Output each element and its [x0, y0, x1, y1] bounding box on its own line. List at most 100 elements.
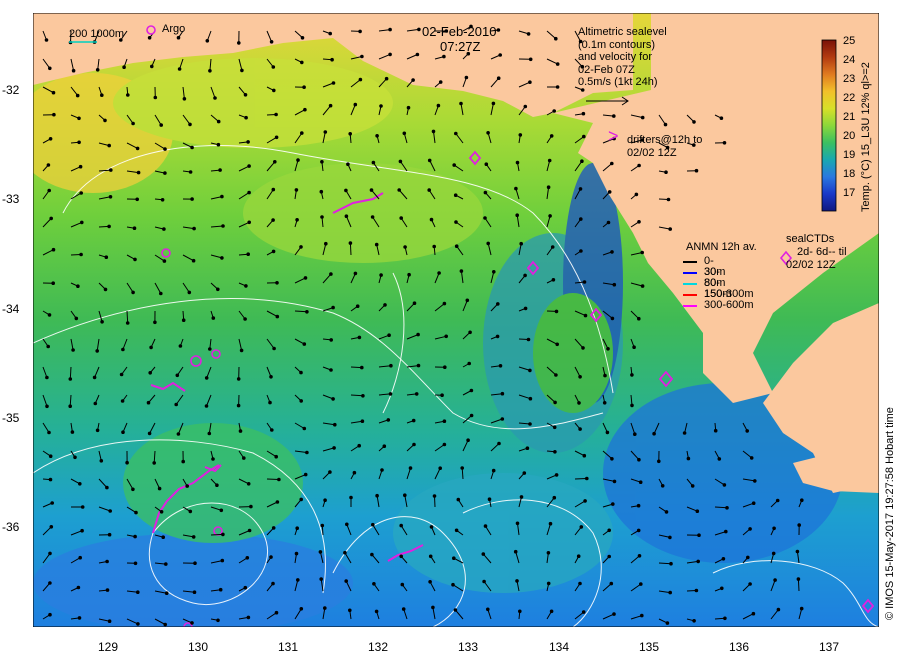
velocity-arrow-head [107, 532, 112, 537]
velocity-arrow-head [652, 431, 656, 436]
velocity-arrow-head [353, 271, 358, 276]
velocity-arrow-head [578, 427, 582, 431]
velocity-arrow-head [549, 134, 554, 138]
velocity-arrow-head [207, 431, 212, 436]
velocity-arrow-head [269, 40, 274, 44]
velocity-arrow-head [193, 561, 197, 566]
velocity-arrow-head [275, 314, 280, 319]
velocity-arrow-head [637, 220, 641, 224]
colorbar-tick: 24 [843, 54, 856, 66]
velocity-arrow-head [528, 80, 532, 84]
velocity-arrow-head [554, 36, 558, 41]
velocity-arrow-head [496, 302, 500, 306]
velocity-arrow-head [125, 321, 130, 325]
velocity-arrow-head [484, 162, 489, 166]
velocity-arrow-head [515, 521, 520, 526]
velocity-arrow-head [192, 590, 197, 595]
velocity-arrow-head [721, 557, 726, 561]
velocity-arrow-head [469, 413, 474, 418]
velocity-arrow-head [344, 188, 348, 193]
velocity-arrow-head [45, 404, 49, 409]
velocity-arrow-head [275, 281, 279, 285]
velocity-arrow-head [218, 587, 223, 592]
velocity-arrow-head [181, 318, 186, 323]
velocity-arrow-head [149, 345, 153, 350]
velocity-arrow-head [163, 622, 167, 627]
velocity-arrow-head [578, 375, 582, 379]
velocity-arrow-head [459, 269, 464, 273]
velocity-arrow-head [47, 188, 52, 193]
velocity-arrow-head [581, 610, 586, 614]
velocity-arrow-head [345, 522, 349, 527]
velocity-arrow-head [220, 558, 225, 563]
velocity-arrow-head [724, 529, 728, 534]
velocity-arrow-head [429, 525, 434, 529]
velocity-arrow-head [438, 466, 443, 471]
velocity-arrow-head [690, 484, 695, 488]
velocity-arrow-head [244, 284, 248, 288]
velocity-arrow-head [668, 535, 672, 540]
colorbar-tick: 22 [843, 92, 856, 104]
velocity-arrow-head [323, 498, 327, 503]
velocity-arrow-head [318, 550, 323, 554]
velocity-arrow-head [548, 521, 553, 526]
velocity-arrow-head [275, 500, 280, 504]
velocity-arrow-head [454, 528, 459, 533]
velocity-arrow-head [216, 287, 220, 292]
velocity-arrow-head [157, 486, 162, 491]
velocity-arrow-head [178, 344, 183, 348]
velocity-arrow-head [164, 562, 168, 566]
velocity-arrow-head [669, 561, 673, 566]
velocity-arrow-head [244, 115, 248, 120]
velocity-arrow-head [797, 523, 802, 527]
velocity-arrow-head [745, 429, 750, 433]
velocity-arrow-head [515, 213, 520, 217]
velocity-arrow-head [442, 419, 447, 424]
velocity-arrow-head [163, 171, 167, 175]
velocity-arrow-head [243, 317, 247, 321]
velocity-arrow-head [486, 131, 490, 135]
velocity-arrow-head [211, 457, 215, 461]
velocity-arrow-head [343, 550, 347, 555]
velocity-arrow-head [271, 249, 276, 254]
velocity-arrow-head [52, 112, 56, 117]
velocity-arrow-head [438, 80, 443, 84]
velocity-arrow-head [486, 607, 490, 612]
velocity-arrow-head [637, 163, 641, 168]
velocity-arrow-head [213, 96, 217, 100]
velocity-arrow-head [696, 559, 701, 564]
velocity-arrow-head [220, 194, 224, 199]
velocity-arrow-head [185, 484, 189, 488]
velocity-arrow-head [218, 168, 222, 172]
velocity-arrow-head [795, 549, 800, 554]
velocity-arrow-head [771, 551, 776, 556]
velocity-arrow-head [550, 245, 555, 249]
velocity-arrow-head [208, 69, 212, 73]
velocity-arrow-head [147, 36, 152, 40]
velocity-arrow-head [73, 455, 77, 460]
velocity-arrow-head [612, 114, 616, 118]
velocity-arrow-head [606, 220, 611, 225]
velocity-arrow-head [370, 552, 374, 557]
velocity-arrow-head [346, 162, 350, 166]
velocity-arrow-head [548, 214, 552, 218]
velocity-arrow-head [607, 554, 612, 559]
velocity-arrow-head [152, 461, 156, 465]
velocity-arrow-head [181, 459, 185, 464]
velocity-arrow-head [190, 621, 194, 625]
velocity-arrow-head [379, 273, 383, 277]
velocity-arrow-head [329, 338, 334, 342]
velocity-arrow-head [80, 528, 84, 533]
velocity-arrow-head [487, 497, 492, 502]
velocity-arrow-head [443, 365, 447, 370]
velocity-arrow-head [666, 197, 671, 202]
velocity-arrow-head [302, 426, 307, 431]
velocity-arrow-head [216, 119, 221, 124]
velocity-arrow-head [612, 282, 617, 287]
y-tick-label: -33 [2, 192, 20, 206]
velocity-arrow-head [664, 170, 668, 174]
velocity-arrow [658, 562, 672, 565]
velocity-arrow-head [219, 508, 224, 513]
velocity-arrow-head [357, 443, 362, 448]
velocity-arrow-head [464, 75, 469, 80]
